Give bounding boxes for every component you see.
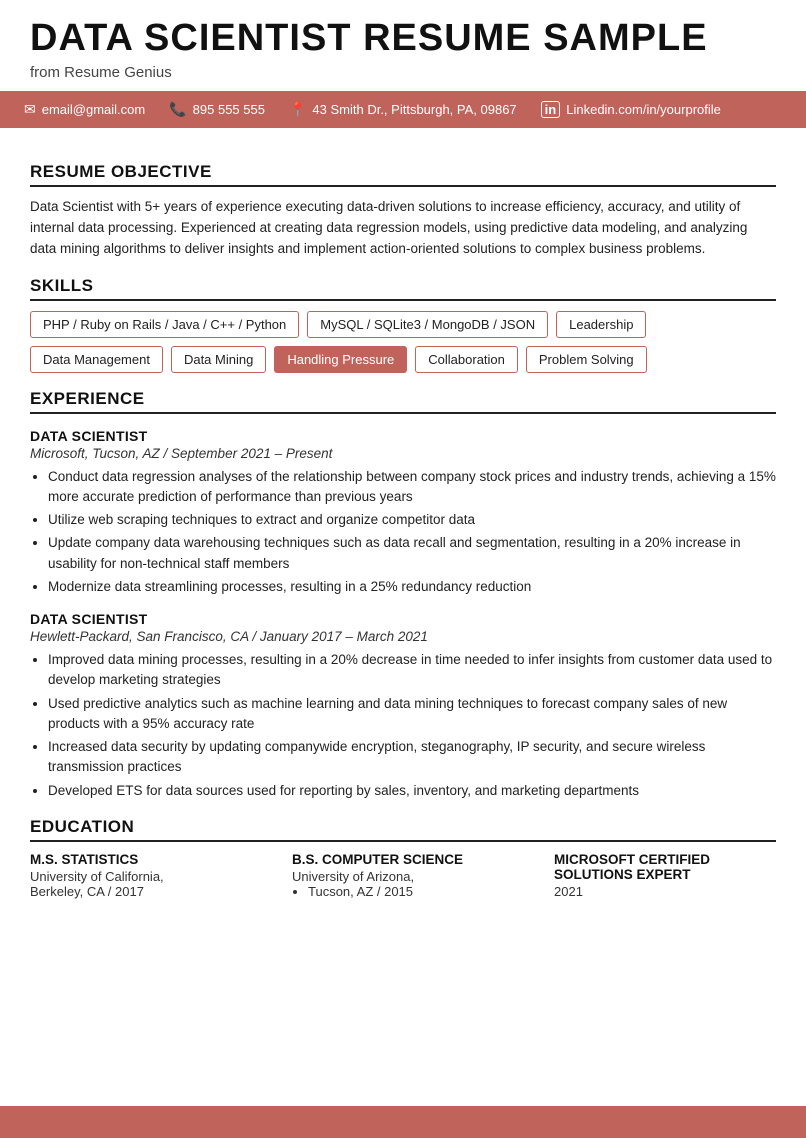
objective-title: RESUME OBJECTIVE [30,162,776,187]
education-section: EDUCATION M.S. STATISTICS University of C… [30,817,776,899]
experience-title: EXPERIENCE [30,389,776,414]
edu-school: University of California, Berkeley, CA /… [30,869,252,899]
email-text: email@gmail.com [42,102,146,117]
location-icon: 📍 [289,101,306,118]
job-bullets: Improved data mining processes, resultin… [30,650,776,801]
skill-tag: Collaboration [415,346,518,373]
skills-section: SKILLS PHP / Ruby on Rails / Java / C++ … [30,276,776,373]
education-grid: M.S. STATISTICS University of California,… [30,852,776,899]
linkedin-icon: in [541,101,561,118]
header-section: DATA SCIENTIST RESUME SAMPLE from Resume… [0,0,806,91]
experience-section: EXPERIENCE DATA SCIENTIST Microsoft, Tucs… [30,389,776,801]
contact-linkedin: in Linkedin.com/in/yourprofile [541,101,721,118]
resume-page: DATA SCIENTIST RESUME SAMPLE from Resume… [0,0,806,1138]
experience-container: DATA SCIENTIST Microsoft, Tucson, AZ / Se… [30,428,776,801]
job-company: Hewlett-Packard, San Francisco, CA / Jan… [30,629,776,644]
contact-address: 📍 43 Smith Dr., Pittsburgh, PA, 09867 [289,101,517,118]
job-bullet: Improved data mining processes, resultin… [48,650,776,691]
skills-tags: PHP / Ruby on Rails / Java / C++ / Pytho… [30,311,776,373]
job-title: DATA SCIENTIST [30,428,776,444]
skill-tag: Data Management [30,346,163,373]
job-bullet: Utilize web scraping techniques to extra… [48,510,776,530]
resume-subtitle: from Resume Genius [30,64,776,81]
skill-tag: PHP / Ruby on Rails / Java / C++ / Pytho… [30,311,299,338]
job-bullet: Modernize data streamlining processes, r… [48,577,776,597]
objective-text: Data Scientist with 5+ years of experien… [30,197,776,260]
education-item: B.S. COMPUTER SCIENCE University of Arizo… [292,852,514,899]
address-text: 43 Smith Dr., Pittsburgh, PA, 09867 [312,102,516,117]
skill-tag: Handling Pressure [274,346,407,373]
edu-school: 2021 [554,884,776,899]
job-bullet: Increased data security by updating comp… [48,737,776,778]
job-bullet: Developed ETS for data sources used for … [48,781,776,801]
email-icon: ✉ [24,101,36,118]
edu-degree: MICROSOFT CERTIFIED SOLUTIONS EXPERT [554,852,776,882]
contact-bar: ✉ email@gmail.com 📞 895 555 555 📍 43 Smi… [0,91,806,128]
edu-bullet-item: Tucson, AZ / 2015 [308,884,514,899]
contact-phone: 📞 895 555 555 [169,101,265,118]
skill-tag: Leadership [556,311,646,338]
contact-email: ✉ email@gmail.com [24,101,145,118]
edu-bullet-list: Tucson, AZ / 2015 [292,884,514,899]
phone-icon: 📞 [169,101,186,118]
edu-school: University of Arizona, [292,869,514,884]
job-company: Microsoft, Tucson, AZ / September 2021 –… [30,446,776,461]
education-title: EDUCATION [30,817,776,842]
skill-tag: Problem Solving [526,346,647,373]
skills-title: SKILLS [30,276,776,301]
job-bullet: Conduct data regression analyses of the … [48,467,776,508]
skill-tag: MySQL / SQLite3 / MongoDB / JSON [307,311,548,338]
edu-degree: M.S. STATISTICS [30,852,252,867]
footer-bar [0,1106,806,1138]
linkedin-text: Linkedin.com/in/yourprofile [566,102,721,117]
phone-text: 895 555 555 [193,102,265,117]
job-bullet: Used predictive analytics such as machin… [48,694,776,735]
job-title: DATA SCIENTIST [30,611,776,627]
resume-title: DATA SCIENTIST RESUME SAMPLE [30,18,776,60]
main-content: RESUME OBJECTIVE Data Scientist with 5+ … [0,128,806,1106]
edu-degree: B.S. COMPUTER SCIENCE [292,852,514,867]
job-bullets: Conduct data regression analyses of the … [30,467,776,598]
job-bullet: Update company data warehousing techniqu… [48,533,776,574]
education-item: M.S. STATISTICS University of California,… [30,852,252,899]
skill-tag: Data Mining [171,346,266,373]
education-item: MICROSOFT CERTIFIED SOLUTIONS EXPERT 2021 [554,852,776,899]
